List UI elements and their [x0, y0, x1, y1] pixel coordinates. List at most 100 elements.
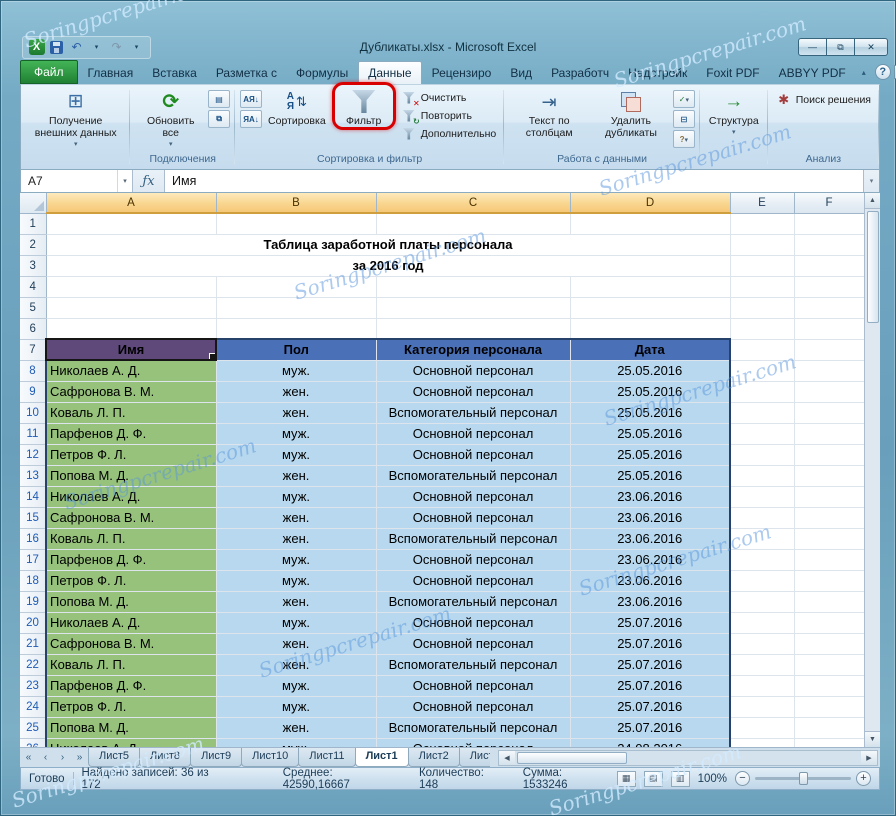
cell-A9[interactable]: Сафронова В. М. [46, 381, 216, 402]
sheet-tab-Лист3[interactable]: Лист3 [459, 748, 490, 767]
cell-C9[interactable]: Основной персонал [376, 381, 570, 402]
name-box-dropdown-icon[interactable]: ▾ [117, 170, 132, 192]
cell-F21[interactable] [794, 633, 864, 654]
cell-C18[interactable]: Основной персонал [376, 570, 570, 591]
cell-B20[interactable]: муж. [216, 612, 376, 633]
cell-E19[interactable] [730, 591, 794, 612]
cell-C22[interactable]: Вспомогательный персонал [376, 654, 570, 675]
cell-F15[interactable] [794, 507, 864, 528]
cell-D11[interactable]: 25.05.2016 [570, 423, 730, 444]
cell-D1[interactable] [570, 213, 730, 234]
row-header-4[interactable]: 4 [20, 276, 46, 297]
cell-A5[interactable] [46, 297, 216, 318]
cell-C20[interactable]: Основной персонал [376, 612, 570, 633]
minimize-button[interactable]: — [798, 38, 827, 56]
undo-button[interactable]: ↶ [68, 39, 85, 56]
cell-C13[interactable]: Вспомогательный персонал [376, 465, 570, 486]
cell-C10[interactable]: Вспомогательный персонал [376, 402, 570, 423]
cell-B19[interactable]: жен. [216, 591, 376, 612]
cell-F22[interactable] [794, 654, 864, 675]
cell-B24[interactable]: муж. [216, 696, 376, 717]
cell-D9[interactable]: 25.05.2016 [570, 381, 730, 402]
cell-A20[interactable]: Николаев А. Д. [46, 612, 216, 633]
cell-A19[interactable]: Попова М. Д. [46, 591, 216, 612]
first-sheet-button[interactable]: « [20, 750, 37, 766]
page-break-view-button[interactable]: ▥ [671, 771, 690, 787]
cell-E23[interactable] [730, 675, 794, 696]
collapse-ribbon-icon[interactable]: ▴ [856, 65, 872, 79]
row-header-3[interactable]: 3 [20, 255, 46, 276]
cell-C25[interactable]: Вспомогательный персонал [376, 717, 570, 738]
cell-D8[interactable]: 25.05.2016 [570, 360, 730, 381]
cell-B17[interactable]: муж. [216, 549, 376, 570]
formula-input[interactable]: Имя [165, 170, 863, 192]
cell-C15[interactable]: Основной персонал [376, 507, 570, 528]
cell-B23[interactable]: муж. [216, 675, 376, 696]
column-header-D[interactable]: D [570, 193, 730, 213]
sort-button[interactable]: АЯ⇅ Сортировка [264, 88, 330, 128]
row-header-2[interactable]: 2 [20, 234, 46, 255]
what-if-analysis-button[interactable]: ?▾ [673, 130, 695, 148]
row-header-12[interactable]: 12 [20, 444, 46, 465]
cell-D14[interactable]: 23.06.2016 [570, 486, 730, 507]
sheet-tab-Лист2[interactable]: Лист2 [408, 748, 460, 767]
column-header-B[interactable]: B [216, 193, 376, 213]
ribbon-tab-Foxit PDF[interactable]: Foxit PDF [697, 62, 768, 84]
cell-A12[interactable]: Петров Ф. Л. [46, 444, 216, 465]
cell-B15[interactable]: жен. [216, 507, 376, 528]
cell-B1[interactable] [216, 213, 376, 234]
cell-F8[interactable] [794, 360, 864, 381]
sheet-tab-Лист11[interactable]: Лист11 [298, 748, 355, 767]
zoom-thumb[interactable] [799, 772, 808, 785]
consolidate-button[interactable]: ⊟ [673, 110, 695, 128]
cell-B14[interactable]: муж. [216, 486, 376, 507]
row-header-9[interactable]: 9 [20, 381, 46, 402]
get-external-data-button[interactable]: ⊞ Получение внешних данных ▾ [26, 88, 125, 148]
cell-E3[interactable] [730, 255, 794, 276]
row-header-25[interactable]: 25 [20, 717, 46, 738]
close-button[interactable]: ✕ [854, 38, 888, 56]
cell-C8[interactable]: Основной персонал [376, 360, 570, 381]
vertical-scrollbar-thumb[interactable] [867, 211, 879, 323]
cell-F6[interactable] [794, 318, 864, 339]
edit-links-button[interactable]: ⧉ [208, 110, 230, 128]
cell-E11[interactable] [730, 423, 794, 444]
cell-A26[interactable]: Николаев А. Д. [46, 738, 216, 747]
cell-D7[interactable]: Дата [570, 339, 730, 360]
cell-D5[interactable] [570, 297, 730, 318]
last-sheet-button[interactable]: » [71, 750, 88, 766]
ribbon-tab-Файл[interactable]: Файл [20, 60, 78, 84]
cell-A7[interactable]: Имя [46, 339, 216, 360]
row-header-5[interactable]: 5 [20, 297, 46, 318]
cell-F19[interactable] [794, 591, 864, 612]
ribbon-tab-Разметка с[interactable]: Разметка с [207, 62, 286, 84]
column-header-A[interactable]: A [46, 193, 216, 213]
cell-A10[interactable]: Коваль Л. П. [46, 402, 216, 423]
row-header-8[interactable]: 8 [20, 360, 46, 381]
cell-D24[interactable]: 25.07.2016 [570, 696, 730, 717]
cell-A11[interactable]: Парфенов Д. Ф. [46, 423, 216, 444]
cell-F2[interactable] [794, 234, 864, 255]
cell-F12[interactable] [794, 444, 864, 465]
cell-E12[interactable] [730, 444, 794, 465]
cell-E1[interactable] [730, 213, 794, 234]
row-header-17[interactable]: 17 [20, 549, 46, 570]
cell-A2[interactable]: Таблица заработной платы персонала [46, 234, 730, 255]
cell-B8[interactable]: муж. [216, 360, 376, 381]
cell-F24[interactable] [794, 696, 864, 717]
sheet-tab-Лист10[interactable]: Лист10 [241, 748, 299, 767]
cell-B12[interactable]: муж. [216, 444, 376, 465]
cell-C5[interactable] [376, 297, 570, 318]
row-header-7[interactable]: 7 [20, 339, 46, 360]
save-button[interactable] [48, 39, 65, 56]
cell-F5[interactable] [794, 297, 864, 318]
data-validation-button[interactable]: ✓▾ [673, 90, 695, 108]
row-header-18[interactable]: 18 [20, 570, 46, 591]
cell-E21[interactable] [730, 633, 794, 654]
row-header-6[interactable]: 6 [20, 318, 46, 339]
cell-C4[interactable] [376, 276, 570, 297]
cell-D23[interactable]: 25.07.2016 [570, 675, 730, 696]
cell-C24[interactable]: Основной персонал [376, 696, 570, 717]
prev-sheet-button[interactable]: ‹ [37, 750, 54, 766]
cell-C6[interactable] [376, 318, 570, 339]
